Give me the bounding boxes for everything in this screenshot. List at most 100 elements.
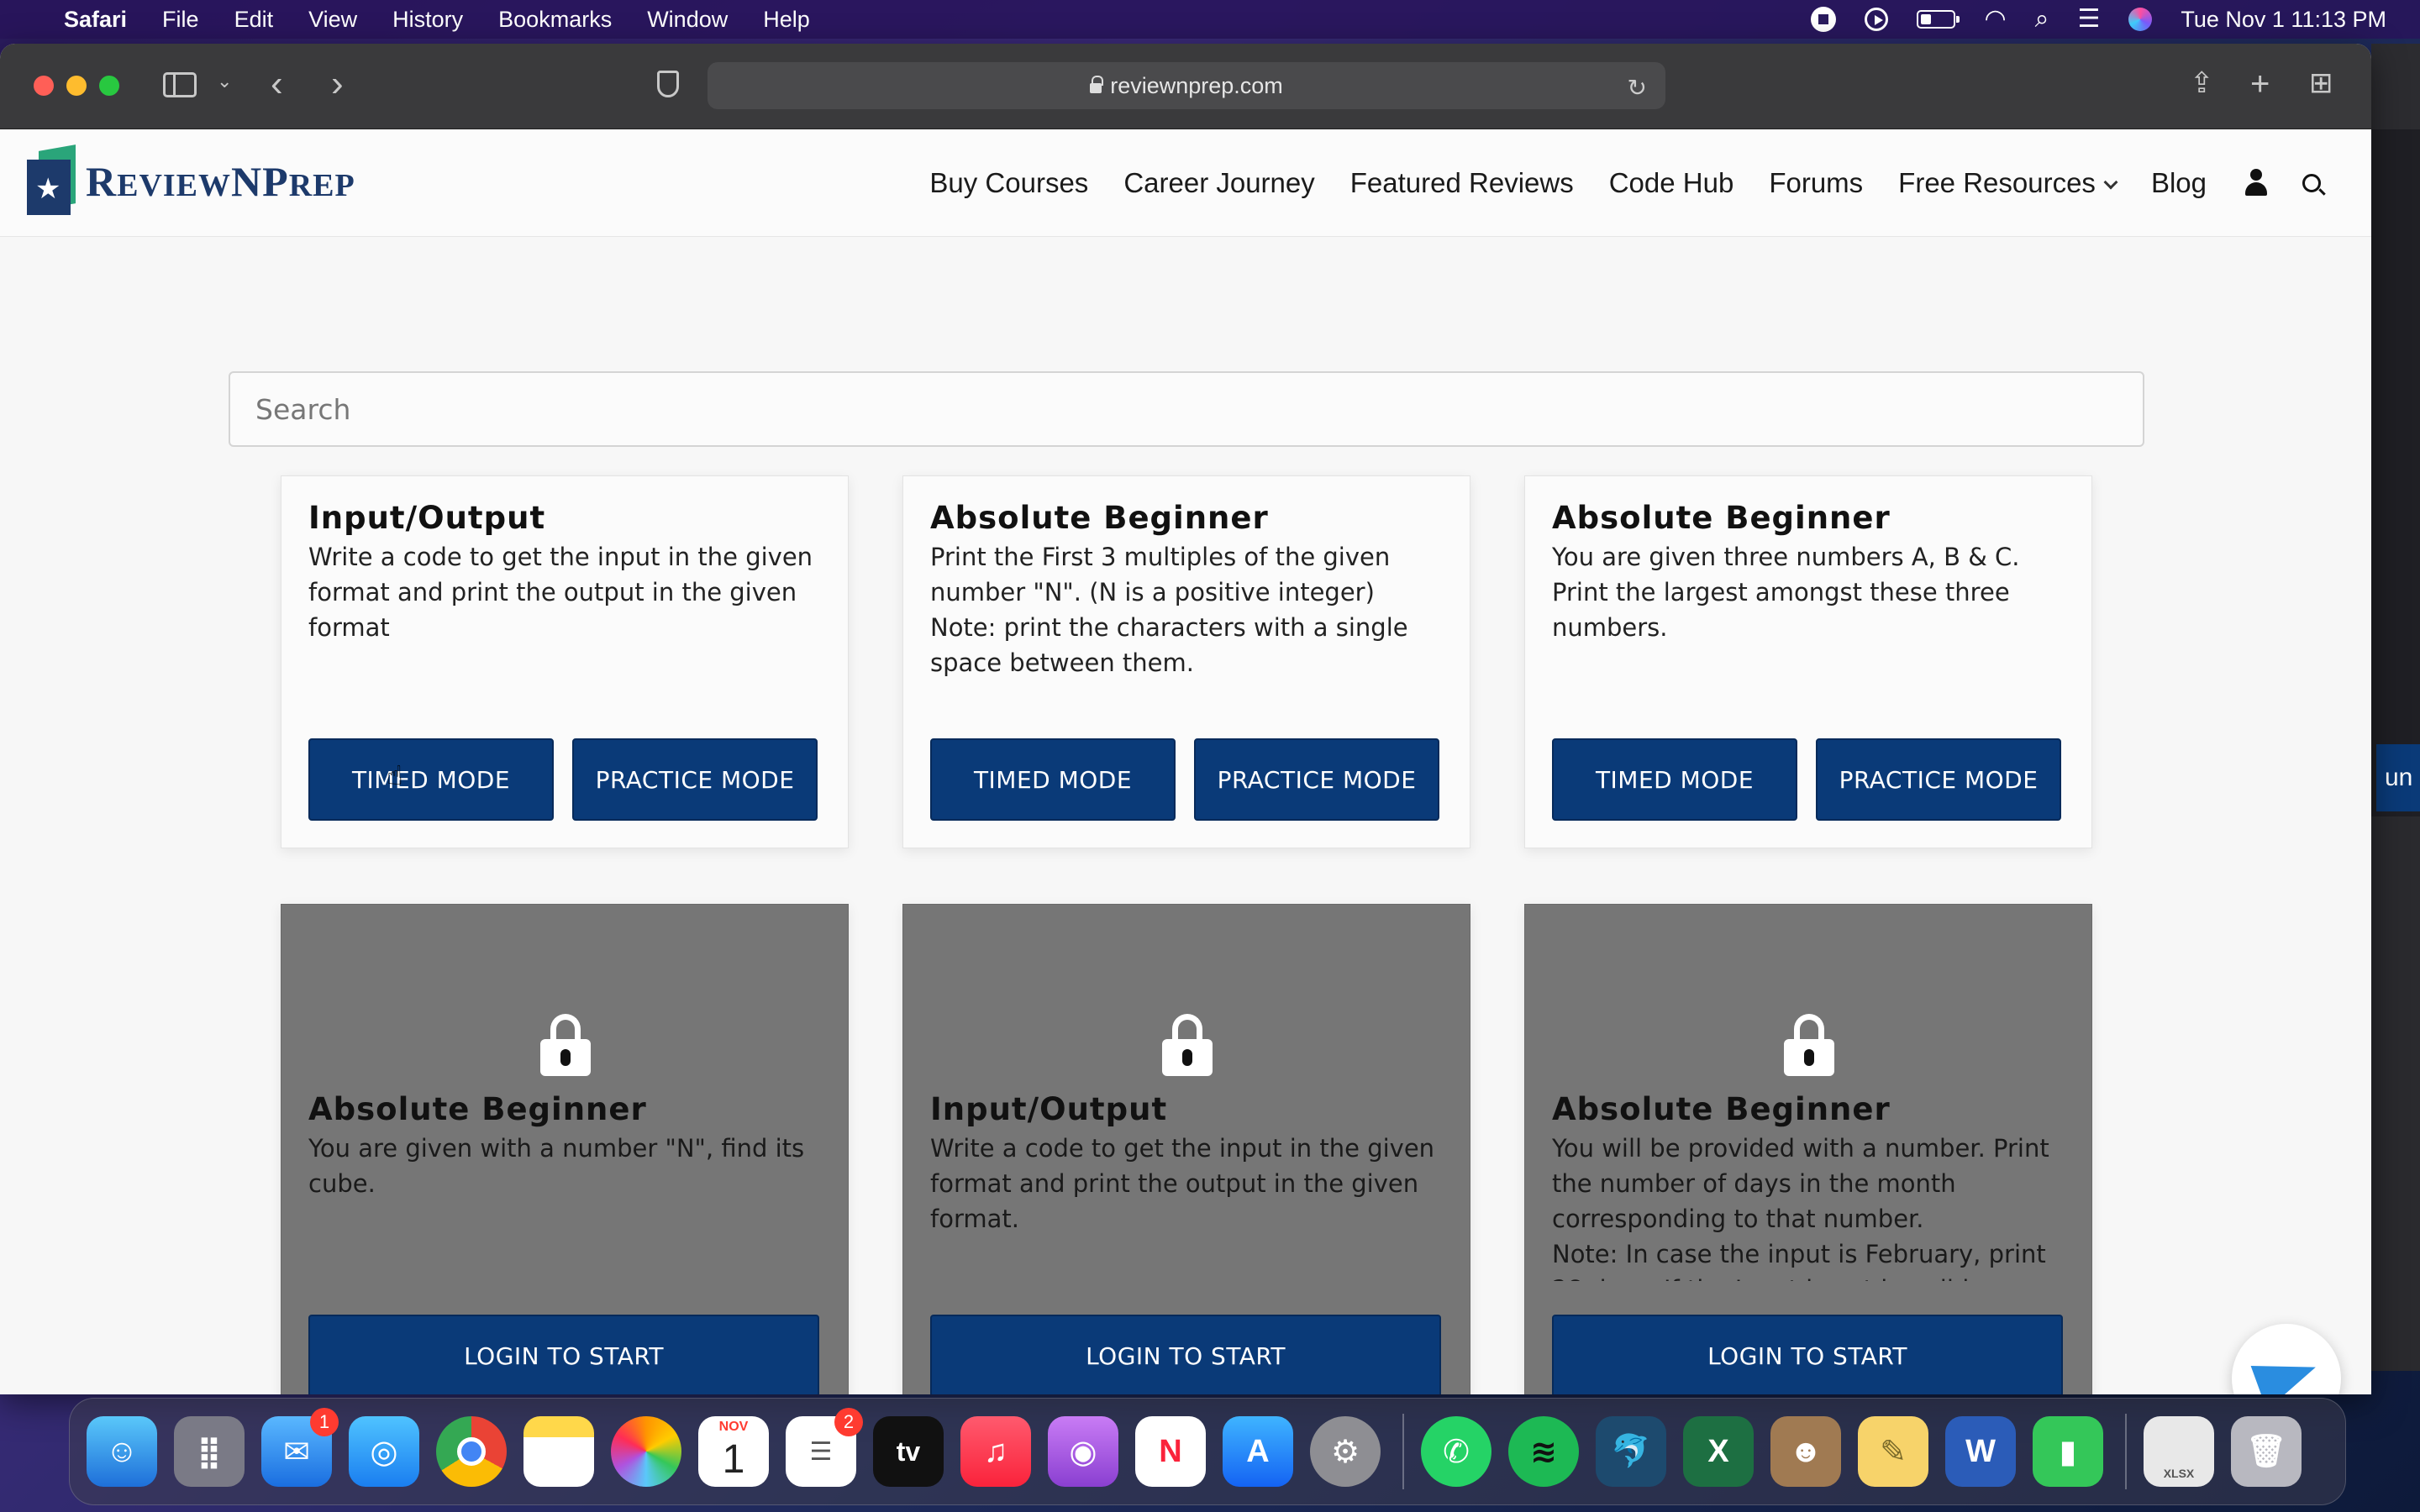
news-icon[interactable]: N bbox=[1135, 1416, 1206, 1487]
site-header: ★ REVIEWNPREP Buy Courses Career Journey… bbox=[0, 129, 2371, 237]
safari-icon[interactable]: ◎ bbox=[349, 1416, 419, 1487]
menu-window[interactable]: Window bbox=[647, 7, 728, 33]
control-center-icon[interactable]: ☰ bbox=[2077, 7, 2100, 32]
menu-help[interactable]: Help bbox=[763, 7, 810, 33]
problem-card: Absolute Beginner You are given three nu… bbox=[1524, 475, 2092, 848]
wifi-icon[interactable]: ◠ bbox=[1984, 7, 2006, 32]
background-run-button[interactable]: un bbox=[2376, 744, 2420, 811]
hand-cursor-icon: ☝ bbox=[387, 760, 403, 790]
card-title: Absolute Beginner bbox=[930, 500, 1269, 536]
trash-icon[interactable]: 🗑 bbox=[2231, 1416, 2302, 1487]
now-playing-icon[interactable] bbox=[1865, 8, 1889, 31]
search-input[interactable]: Search bbox=[229, 371, 2144, 447]
forward-arrow-icon[interactable]: › bbox=[331, 66, 344, 102]
search-icon[interactable] bbox=[2302, 174, 2321, 192]
main-content: Search Input/Output Write a code to get … bbox=[0, 237, 2371, 1394]
word-icon[interactable]: W bbox=[1945, 1416, 2016, 1487]
music-icon[interactable]: ♫ bbox=[960, 1416, 1031, 1487]
problem-card: Absolute Beginner Print the First 3 mult… bbox=[902, 475, 1470, 848]
address-bar[interactable]: reviewnprep.com ↻ bbox=[708, 62, 1665, 109]
lock-icon bbox=[1784, 1014, 1834, 1076]
card-actions: TIMED MODE PRACTICE MODE bbox=[308, 738, 818, 821]
nav-buy-courses[interactable]: Buy Courses bbox=[929, 167, 1088, 199]
practice-mode-button[interactable]: PRACTICE MODE bbox=[1816, 738, 2061, 821]
screen-record-icon[interactable] bbox=[1811, 7, 1837, 32]
telegram-plane-icon bbox=[2250, 1345, 2324, 1394]
podcasts-icon[interactable]: ◉ bbox=[1048, 1416, 1118, 1487]
nav-code-hub[interactable]: Code Hub bbox=[1609, 167, 1734, 199]
menu-file[interactable]: File bbox=[162, 7, 199, 33]
card-title: Input/Output bbox=[308, 500, 546, 536]
nav-career-journey[interactable]: Career Journey bbox=[1123, 167, 1314, 199]
timed-mode-button[interactable]: TIMED MODE bbox=[930, 738, 1176, 821]
menu-app-name[interactable]: Safari bbox=[64, 7, 127, 33]
contacts-icon[interactable]: ☻ bbox=[1770, 1416, 1841, 1487]
practice-mode-button[interactable]: PRACTICE MODE bbox=[572, 738, 818, 821]
minimize-window-button[interactable] bbox=[66, 76, 87, 96]
card-description: You will be provided with a number. Prin… bbox=[1552, 1134, 2049, 1281]
main-nav: Buy Courses Career Journey Featured Revi… bbox=[894, 129, 2321, 237]
sidebar-toggle-icon[interactable] bbox=[163, 72, 197, 97]
photos-icon[interactable] bbox=[611, 1416, 681, 1487]
nav-blog[interactable]: Blog bbox=[2151, 167, 2207, 199]
menu-view[interactable]: View bbox=[308, 7, 357, 33]
site-logo[interactable]: ★ REVIEWNPREP bbox=[27, 144, 355, 215]
finder-icon[interactable]: ☺ bbox=[87, 1416, 157, 1487]
telegram-chat-button[interactable] bbox=[2232, 1324, 2341, 1394]
chrome-icon[interactable] bbox=[436, 1416, 507, 1487]
apple-tv-icon[interactable]: tv bbox=[873, 1416, 944, 1487]
card-description: Write a code to get the input in the giv… bbox=[308, 543, 813, 642]
share-icon[interactable]: ⇪ bbox=[2190, 69, 2214, 97]
new-tab-icon[interactable]: + bbox=[2250, 67, 2270, 101]
background-window-toolbar bbox=[2371, 44, 2420, 129]
card-title: Absolute Beginner bbox=[1552, 500, 1891, 536]
stickies-icon[interactable]: ✎ bbox=[1858, 1416, 1928, 1487]
login-to-start-button[interactable]: LOGIN TO START bbox=[930, 1315, 1441, 1394]
locked-card-text: Input/Output Write a code to get the inp… bbox=[930, 1091, 1449, 1281]
menu-history[interactable]: History bbox=[392, 7, 463, 33]
numbers-icon[interactable]: ▮ bbox=[2033, 1416, 2103, 1487]
spotlight-search-icon[interactable]: ⌕ bbox=[2035, 7, 2049, 32]
locked-problem-card: Absolute Beginner You are given with a n… bbox=[281, 904, 849, 1394]
mysql-workbench-icon[interactable]: 🐬 bbox=[1596, 1416, 1666, 1487]
secure-lock-icon bbox=[1090, 76, 1104, 93]
login-to-start-button[interactable]: LOGIN TO START bbox=[308, 1315, 819, 1394]
launchpad-icon[interactable]: ⣿ bbox=[174, 1416, 245, 1487]
nav-forums[interactable]: Forums bbox=[1769, 167, 1863, 199]
card-description: You are given with a number "N", find it… bbox=[308, 1134, 805, 1198]
nav-free-resources[interactable]: Free Resources bbox=[1898, 167, 2118, 199]
close-window-button[interactable] bbox=[34, 76, 54, 96]
background-window-panel bbox=[2371, 816, 2420, 1371]
chevron-down-icon bbox=[2103, 175, 2118, 190]
timed-mode-button[interactable]: TIMED MODE bbox=[1552, 738, 1797, 821]
battery-icon[interactable] bbox=[1917, 10, 1960, 29]
reload-icon[interactable]: ↻ bbox=[1628, 74, 1647, 102]
system-settings-icon[interactable]: ⚙ bbox=[1310, 1416, 1381, 1487]
zoom-window-button[interactable] bbox=[99, 76, 119, 96]
notes-icon[interactable] bbox=[523, 1416, 594, 1487]
tab-overview-icon[interactable]: ⊞ bbox=[2309, 69, 2333, 97]
privacy-shield-icon[interactable] bbox=[657, 71, 679, 97]
logo-book-icon: ★ bbox=[27, 144, 81, 215]
login-to-start-button[interactable]: LOGIN TO START bbox=[1552, 1315, 2063, 1394]
mail-icon[interactable]: ✉ 1 bbox=[261, 1408, 339, 1487]
nav-featured-reviews[interactable]: Featured Reviews bbox=[1350, 167, 1574, 199]
tab-group-chevron-icon[interactable]: ⌄ bbox=[217, 72, 232, 91]
user-account-icon[interactable] bbox=[2244, 169, 2269, 197]
back-arrow-icon[interactable]: ‹ bbox=[271, 66, 283, 102]
practice-mode-button[interactable]: PRACTICE MODE bbox=[1194, 738, 1439, 821]
macos-menubar: Safari File Edit View History Bookmarks … bbox=[0, 0, 2420, 39]
logo-wordmark: REVIEWNPREP bbox=[86, 158, 355, 205]
timed-mode-button[interactable]: TIMED MODE bbox=[308, 738, 554, 821]
reminders-icon[interactable]: ☰ 2 bbox=[786, 1408, 863, 1487]
xlsx-document-icon[interactable]: XLSX bbox=[2144, 1416, 2214, 1487]
calendar-icon[interactable]: NOV 1 bbox=[698, 1416, 769, 1487]
whatsapp-icon[interactable]: ✆ bbox=[1421, 1416, 1491, 1487]
spotify-icon[interactable]: ≋ bbox=[1508, 1416, 1579, 1487]
siri-icon[interactable] bbox=[2128, 8, 2153, 31]
menu-edit[interactable]: Edit bbox=[234, 7, 274, 33]
menubar-clock[interactable]: Tue Nov 1 11:13 PM bbox=[2181, 7, 2386, 33]
menu-bookmarks[interactable]: Bookmarks bbox=[498, 7, 612, 33]
excel-icon[interactable]: X bbox=[1683, 1416, 1754, 1487]
app-store-icon[interactable]: A bbox=[1223, 1416, 1293, 1487]
